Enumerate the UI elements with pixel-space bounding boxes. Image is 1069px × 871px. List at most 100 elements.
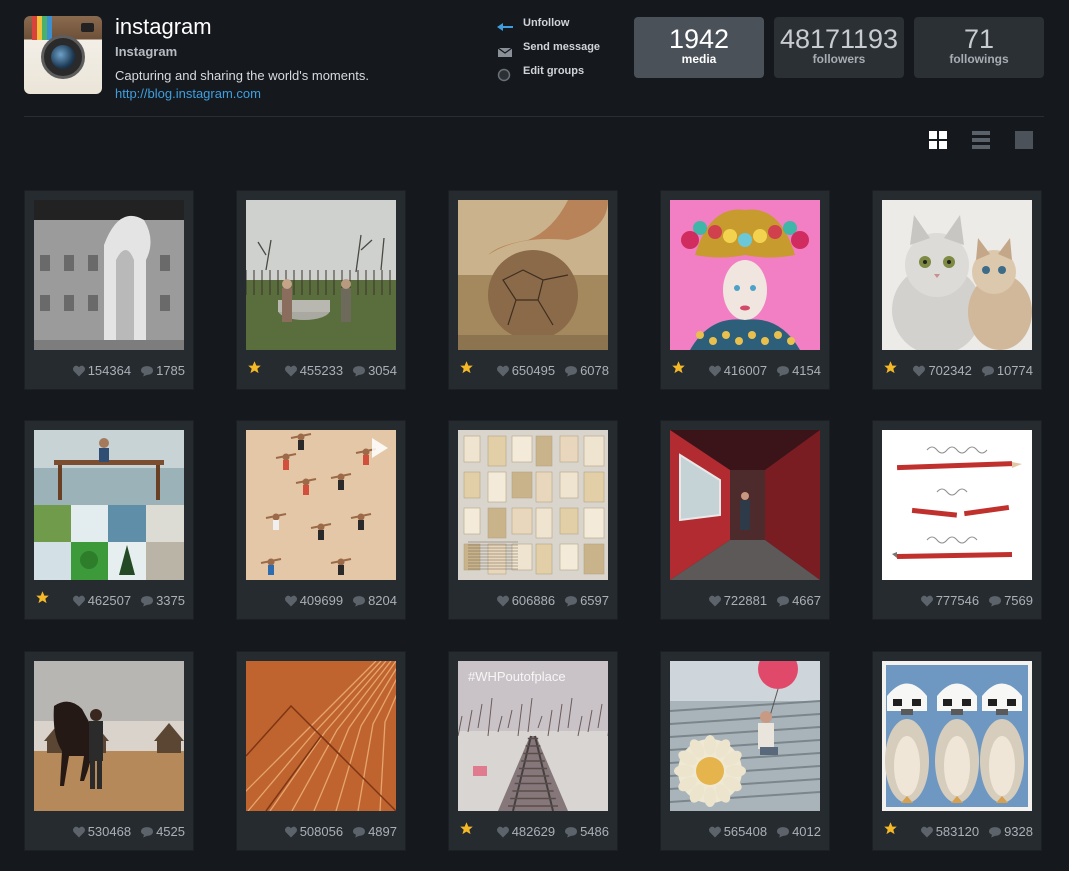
single-view-icon[interactable] bbox=[1015, 131, 1033, 149]
media-card[interactable]: 702342 10774 bbox=[872, 190, 1042, 390]
stat-followings[interactable]: 71 followings bbox=[914, 17, 1044, 78]
comment-icon[interactable] bbox=[776, 365, 790, 377]
heart-icon[interactable] bbox=[708, 595, 722, 607]
media-card[interactable]: #WHPoutofplace 482629 5486 bbox=[448, 651, 618, 851]
media-stats: 530468 4525 bbox=[25, 818, 195, 840]
media-thumbnail-beach-exercise-video[interactable] bbox=[246, 430, 396, 580]
media-thumbnail-stormtrooper-penguins[interactable] bbox=[882, 661, 1032, 811]
media-thumbnail-train-corridor[interactable] bbox=[670, 430, 820, 580]
heart-icon[interactable] bbox=[920, 826, 934, 838]
profile-website-link[interactable]: http://blog.instagram.com bbox=[115, 86, 261, 101]
media-thumbnail-jeweled-portrait[interactable] bbox=[670, 200, 820, 350]
media-thumbnail-village-women-bathtub[interactable] bbox=[246, 200, 396, 350]
edit-groups-button[interactable]: Edit groups bbox=[497, 64, 617, 88]
comment-icon[interactable] bbox=[564, 365, 578, 377]
comment-icon[interactable] bbox=[776, 595, 790, 607]
heart-icon[interactable] bbox=[496, 826, 510, 838]
comment-icon[interactable] bbox=[140, 365, 154, 377]
media-card[interactable]: 606886 6597 bbox=[448, 420, 618, 620]
unfollow-button[interactable]: Unfollow bbox=[497, 16, 617, 40]
profile-bio: Capturing and sharing the world's moment… bbox=[115, 68, 369, 83]
media-thumbnail-horse-and-rider[interactable] bbox=[34, 661, 184, 811]
comment-count: 5486 bbox=[580, 824, 609, 840]
comment-count: 7569 bbox=[1004, 593, 1033, 609]
comment-count: 4154 bbox=[792, 363, 821, 379]
media-card[interactable]: 650495 6078 bbox=[448, 190, 618, 390]
stat-followers[interactable]: 48171193 followers bbox=[774, 17, 904, 78]
like-count: 530468 bbox=[87, 824, 132, 840]
send-message-button[interactable]: Send message bbox=[497, 40, 617, 64]
comment-icon[interactable] bbox=[564, 826, 578, 838]
svg-text:#WHPoutofplace: #WHPoutofplace bbox=[468, 669, 566, 684]
media-stats: 508056 4897 bbox=[237, 818, 407, 840]
heart-icon[interactable] bbox=[72, 826, 86, 838]
edit-groups-label: Edit groups bbox=[523, 65, 585, 77]
media-card[interactable]: 462507 3375 bbox=[24, 420, 194, 620]
star-icon[interactable] bbox=[247, 360, 262, 375]
media-card[interactable]: 455233 3054 bbox=[236, 190, 406, 390]
like-count: 154364 bbox=[87, 363, 132, 379]
star-icon[interactable] bbox=[883, 821, 898, 836]
heart-icon[interactable] bbox=[708, 365, 722, 377]
heart-icon[interactable] bbox=[496, 595, 510, 607]
heart-icon[interactable] bbox=[72, 365, 86, 377]
media-card[interactable]: 409699 8204 bbox=[236, 420, 406, 620]
media-card[interactable]: 416007 4154 bbox=[660, 190, 830, 390]
comment-icon[interactable] bbox=[352, 826, 366, 838]
heart-icon[interactable] bbox=[284, 826, 298, 838]
media-stats: 154364 1785 bbox=[25, 357, 195, 379]
like-count: 606886 bbox=[511, 593, 556, 609]
heart-icon[interactable] bbox=[284, 365, 298, 377]
like-count: 650495 bbox=[511, 363, 556, 379]
media-thumbnail-collage-beach-desk[interactable] bbox=[34, 430, 184, 580]
media-thumbnail-pencils-yesterday-today-tomorrow[interactable] bbox=[882, 430, 1032, 580]
comment-icon[interactable] bbox=[352, 595, 366, 607]
star-icon[interactable] bbox=[459, 821, 474, 836]
comment-count: 6597 bbox=[580, 593, 609, 609]
media-card[interactable]: 583120 9328 bbox=[872, 651, 1042, 851]
media-thumbnail-railway-tracks[interactable]: #WHPoutofplace bbox=[458, 661, 608, 811]
media-stats: 777546 7569 bbox=[873, 587, 1043, 609]
comment-count: 9328 bbox=[1004, 824, 1033, 840]
star-icon[interactable] bbox=[883, 360, 898, 375]
list-view-icon[interactable] bbox=[972, 131, 990, 149]
media-thumbnail-girl-balloon-flower[interactable] bbox=[670, 661, 820, 811]
comment-icon[interactable] bbox=[776, 826, 790, 838]
like-count: 416007 bbox=[723, 363, 768, 379]
comment-icon[interactable] bbox=[988, 826, 1002, 838]
grid-view-icon[interactable] bbox=[929, 131, 947, 149]
star-icon[interactable] bbox=[459, 360, 474, 375]
heart-icon[interactable] bbox=[72, 595, 86, 607]
heart-icon[interactable] bbox=[496, 365, 510, 377]
media-thumbnail-vintage-papers[interactable] bbox=[458, 430, 608, 580]
media-thumbnail-two-cats[interactable] bbox=[882, 200, 1032, 350]
comment-icon[interactable] bbox=[140, 595, 154, 607]
likes-and-comments: 650495 6078 bbox=[496, 362, 609, 378]
media-thumbnail-3d-printed-house[interactable] bbox=[34, 200, 184, 350]
comment-icon[interactable] bbox=[981, 365, 995, 377]
media-stats: 482629 5486 bbox=[449, 818, 619, 840]
star-icon[interactable] bbox=[35, 590, 50, 605]
media-card[interactable]: 508056 4897 bbox=[236, 651, 406, 851]
media-card[interactable]: 722881 4667 bbox=[660, 420, 830, 620]
stat-media-label: media bbox=[681, 52, 717, 66]
heart-icon[interactable] bbox=[284, 595, 298, 607]
comment-icon[interactable] bbox=[564, 595, 578, 607]
media-card[interactable]: 565408 4012 bbox=[660, 651, 830, 851]
media-card[interactable]: 154364 1785 bbox=[24, 190, 194, 390]
avatar[interactable] bbox=[24, 16, 102, 94]
heart-icon[interactable] bbox=[920, 595, 934, 607]
media-thumbnail-foot-on-football[interactable] bbox=[458, 200, 608, 350]
comment-icon[interactable] bbox=[352, 365, 366, 377]
stat-media[interactable]: 1942 media bbox=[634, 17, 764, 78]
heart-icon[interactable] bbox=[708, 826, 722, 838]
heart-icon[interactable] bbox=[912, 365, 926, 377]
like-count: 722881 bbox=[723, 593, 768, 609]
header-divider bbox=[24, 116, 1044, 117]
media-card[interactable]: 530468 4525 bbox=[24, 651, 194, 851]
comment-icon[interactable] bbox=[988, 595, 1002, 607]
comment-icon[interactable] bbox=[140, 826, 154, 838]
media-card[interactable]: 777546 7569 bbox=[872, 420, 1042, 620]
media-thumbnail-copper-texture[interactable] bbox=[246, 661, 396, 811]
star-icon[interactable] bbox=[671, 360, 686, 375]
